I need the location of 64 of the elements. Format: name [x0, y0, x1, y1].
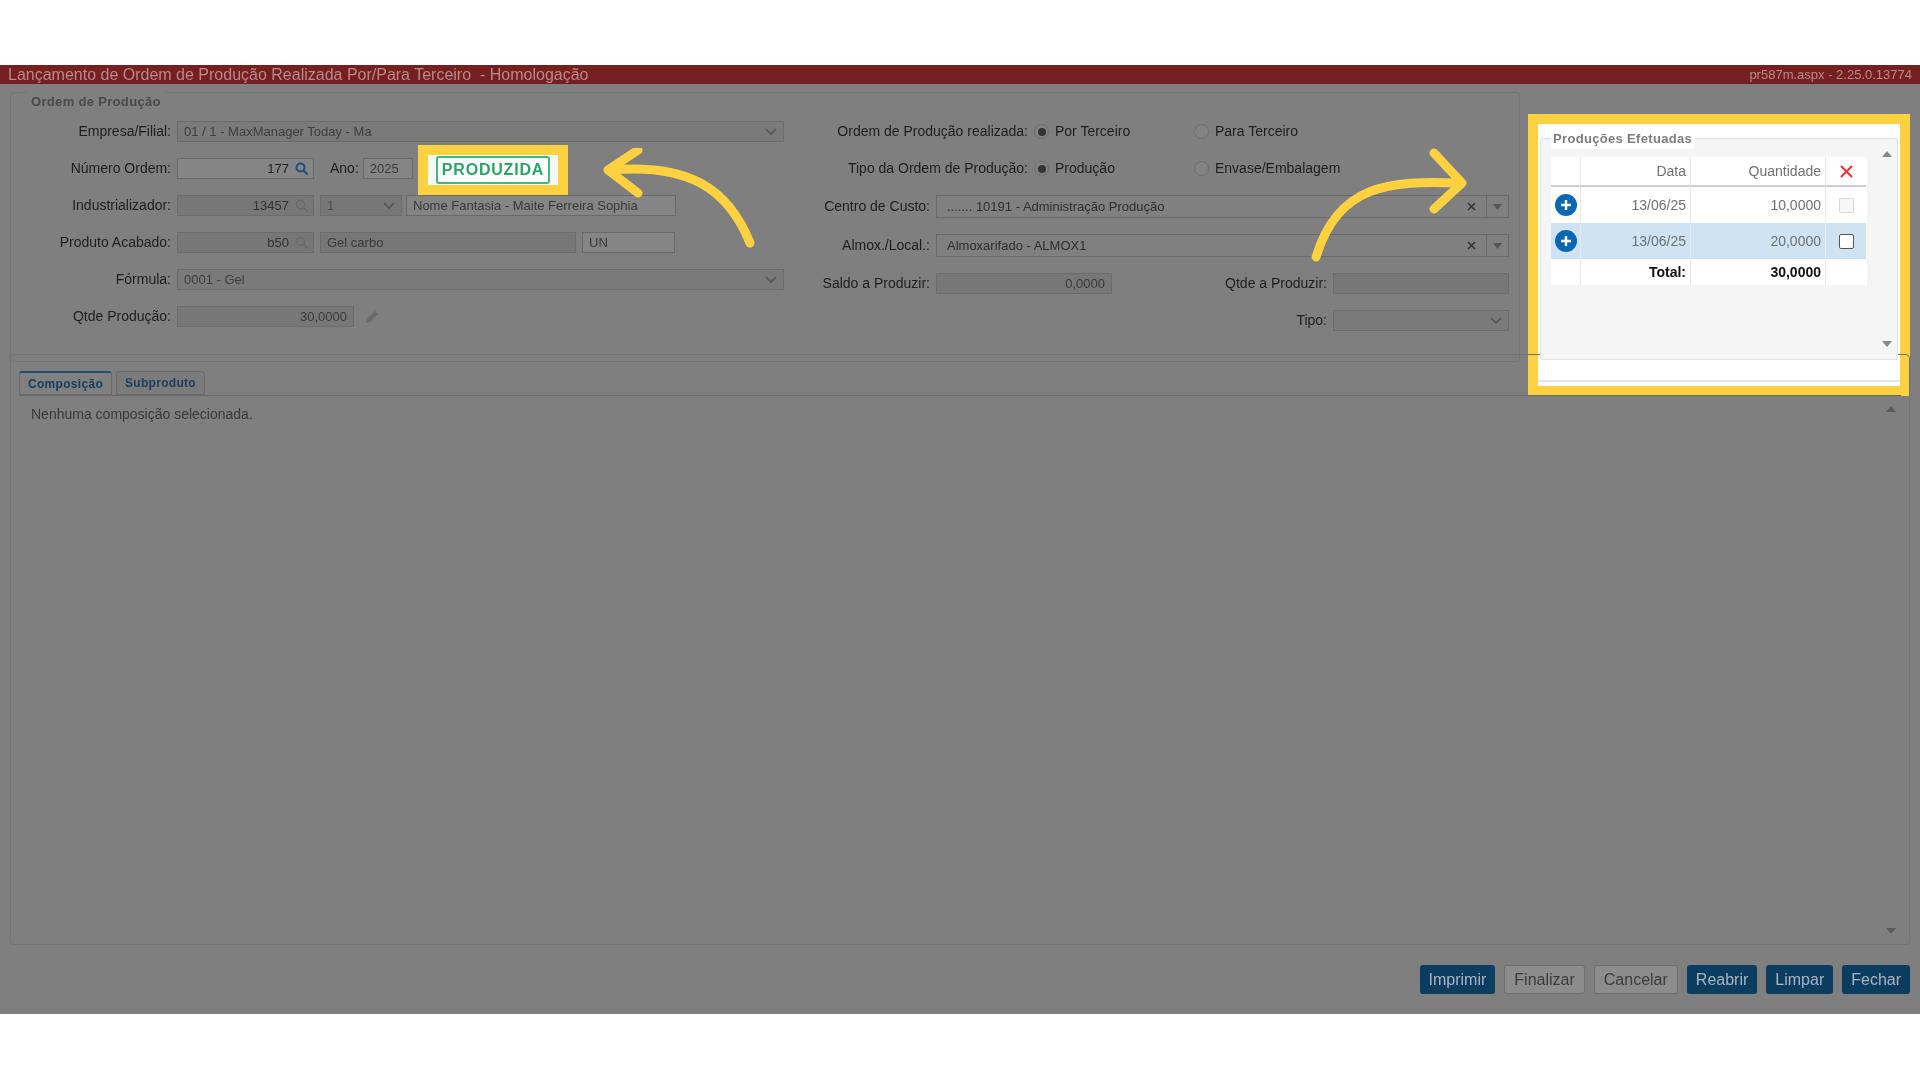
text-field[interactable]: 30,0000 — [177, 306, 354, 327]
version-label: pr587m.aspx - 2.25.0.13774 — [1749, 68, 1912, 81]
text-field[interactable]: Nome Fantasia - Maite Ferreira Sophia — [406, 195, 676, 216]
field-label: Almox./Local.: — [841, 236, 931, 255]
delete-icon[interactable] — [1839, 164, 1853, 178]
tab[interactable]: Composição — [19, 371, 112, 395]
empty-message: Nenhuma composição selecionada. — [31, 405, 254, 424]
clear-icon[interactable] — [1467, 202, 1476, 211]
field-label: Industrializador: — [71, 196, 172, 215]
scroll-down-icon[interactable] — [1886, 928, 1896, 934]
year-field[interactable]: 2025 — [362, 158, 413, 179]
field-label: Empresa/Filial: — [77, 122, 172, 141]
field-label: Tipo: — [1295, 311, 1328, 330]
action-button[interactable]: Fechar — [1842, 965, 1910, 994]
caret-down-icon[interactable] — [1493, 203, 1502, 210]
action-button[interactable]: Imprimir — [1419, 965, 1496, 994]
text-field[interactable]: Gel carbo — [320, 232, 576, 253]
field-label: Ordem de Produção realizada: — [836, 122, 1029, 141]
field-label: Qtde a Produzir: — [1224, 274, 1328, 293]
radio-button[interactable] — [1034, 161, 1049, 176]
select-field[interactable]: 0001 - Gel — [177, 269, 784, 290]
field-label: Centro de Custo: — [823, 197, 931, 216]
number-field[interactable]: b50 — [177, 232, 314, 253]
table-cell: 20,0000 — [1691, 223, 1826, 259]
action-button[interactable]: Reabrir — [1686, 965, 1758, 994]
radio-label: Por Terceiro — [1055, 122, 1131, 141]
scroll-up-icon[interactable] — [1886, 406, 1896, 412]
field-label: Qtde Produção: — [71, 307, 172, 326]
number-field[interactable]: 177 — [177, 158, 314, 179]
window-title: Lançamento de Ordem de Produção Realizada Por/Para Terceiro - Homologação — [8, 66, 589, 83]
add-icon[interactable] — [1554, 230, 1577, 252]
field-label: Fórmula: — [114, 270, 172, 289]
scroll-up-icon[interactable] — [1882, 151, 1892, 157]
combo-field[interactable]: ....... 10191 - Administração Produção — [936, 195, 1509, 218]
search-icon[interactable] — [295, 161, 309, 176]
chevron-down-icon — [1490, 316, 1502, 325]
radio-button[interactable] — [1034, 124, 1049, 139]
tab[interactable]: Subproduto — [116, 371, 205, 395]
field-label: Ano: — [330, 159, 360, 178]
field-label: Produto Acabado: — [58, 233, 172, 252]
clear-icon[interactable] — [1467, 241, 1476, 250]
radio-label: Para Terceiro — [1215, 122, 1298, 141]
text-field[interactable]: 0,0000 — [936, 273, 1112, 294]
checkbox[interactable] — [1838, 233, 1854, 249]
select-field[interactable]: 01 / 1 - MaxManager Today - Ma — [177, 121, 784, 142]
status-badge: PRODUZIDA — [435, 156, 551, 184]
total-label: Total: — [1581, 259, 1691, 285]
field-label: Saldo a Produzir: — [821, 274, 931, 293]
number-field[interactable]: 13457 — [177, 195, 314, 216]
radio-label: Envase/Embalagem — [1215, 159, 1341, 178]
table-cell: 13/06/25 — [1581, 223, 1691, 259]
select-field[interactable] — [1333, 310, 1509, 331]
caret-down-icon[interactable] — [1493, 242, 1502, 249]
text-field[interactable]: UN — [582, 232, 675, 253]
combo-field[interactable]: Almoxarifado - ALMOX1 — [936, 234, 1509, 257]
chevron-down-icon — [765, 127, 777, 136]
total-value: 30,0000 — [1691, 259, 1826, 285]
field-label: Número Ordem: — [69, 159, 172, 178]
chevron-down-icon — [383, 201, 395, 210]
scroll-down-icon[interactable] — [1882, 341, 1892, 347]
field-label: Tipo da Ordem de Produção: — [846, 159, 1029, 178]
action-button[interactable]: Limpar — [1766, 965, 1834, 994]
radio-label: Produção — [1055, 159, 1115, 178]
chevron-down-icon — [765, 275, 777, 284]
